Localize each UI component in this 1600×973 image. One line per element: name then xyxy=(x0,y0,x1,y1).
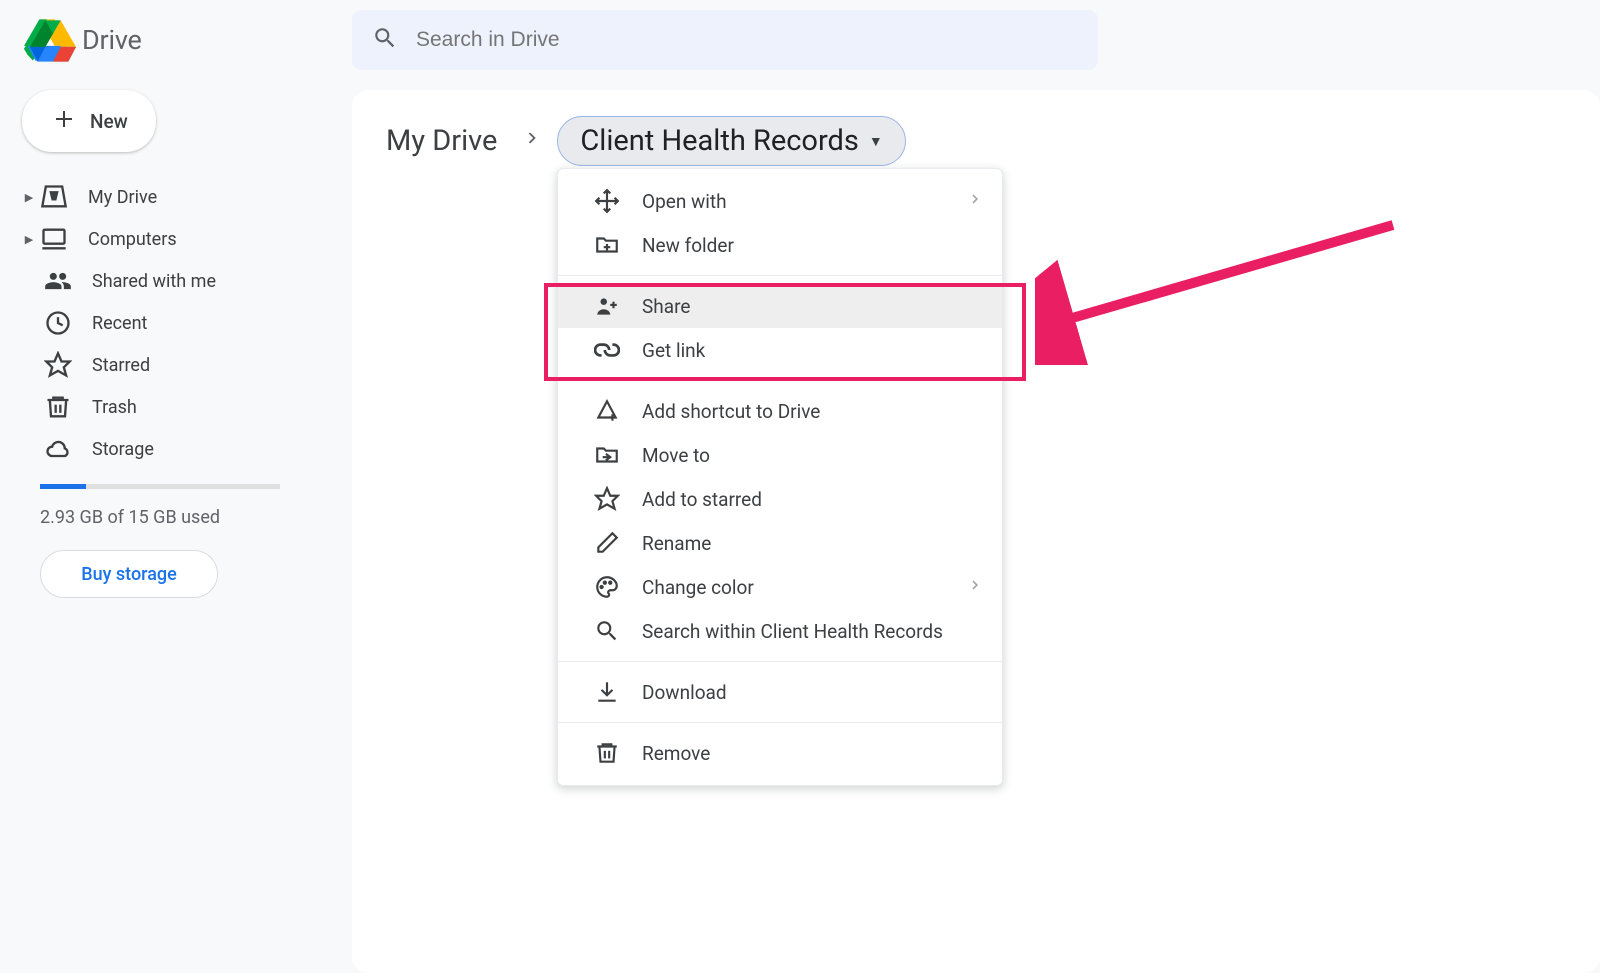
nav-label: Recent xyxy=(92,313,147,334)
menu-label: Download xyxy=(642,681,727,704)
menu-remove[interactable]: Remove xyxy=(558,731,1002,775)
menu-rename[interactable]: Rename xyxy=(558,521,1002,565)
shortcut-icon xyxy=(594,398,620,424)
nav-computers[interactable]: ▶ Computers xyxy=(22,218,340,260)
new-button-label: New xyxy=(90,110,128,133)
nav-label: Computers xyxy=(88,229,177,250)
search-icon xyxy=(594,618,620,644)
computers-icon xyxy=(40,225,68,253)
menu-download[interactable]: Download xyxy=(558,670,1002,714)
menu-label: Remove xyxy=(642,742,710,765)
menu-label: Add to starred xyxy=(642,488,762,511)
annotation-arrow xyxy=(1035,215,1405,365)
menu-label: Open with xyxy=(642,190,727,213)
menu-separator xyxy=(558,722,1002,723)
menu-label: New folder xyxy=(642,234,734,257)
menu-separator xyxy=(558,661,1002,662)
nav-mydrive[interactable]: ▶ My Drive xyxy=(22,176,340,218)
menu-label: Get link xyxy=(642,339,705,362)
new-button[interactable]: New xyxy=(22,90,156,152)
chevron-right-icon xyxy=(966,190,984,213)
breadcrumb: My Drive Client Health Records ▼ xyxy=(376,116,1576,166)
nav-shared[interactable]: Shared with me xyxy=(22,260,340,302)
caret-down-icon: ▼ xyxy=(869,133,883,150)
chevron-right-icon: ▶ xyxy=(22,233,36,246)
nav-label: Storage xyxy=(92,439,154,460)
menu-separator xyxy=(558,275,1002,276)
nav-label: My Drive xyxy=(88,187,157,208)
brand-name: Drive xyxy=(82,24,142,56)
header: Drive xyxy=(0,0,1600,80)
folder-context-menu: Open with New folder Share Get link xyxy=(557,168,1003,786)
nav-label: Shared with me xyxy=(92,271,216,292)
menu-new-folder[interactable]: New folder xyxy=(558,223,1002,267)
menu-add-starred[interactable]: Add to starred xyxy=(558,477,1002,521)
menu-change-color[interactable]: Change color xyxy=(558,565,1002,609)
share-icon xyxy=(594,293,620,319)
buy-storage-button[interactable]: Buy storage xyxy=(40,550,218,598)
link-icon xyxy=(594,337,620,363)
nav-starred[interactable]: Starred xyxy=(22,344,340,386)
menu-separator xyxy=(558,380,1002,381)
menu-label: Rename xyxy=(642,532,711,555)
breadcrumb-current-label: Client Health Records xyxy=(580,124,858,158)
menu-label: Add shortcut to Drive xyxy=(642,400,820,423)
menu-label: Share xyxy=(642,295,690,318)
trash-icon xyxy=(44,393,72,421)
new-folder-icon xyxy=(594,232,620,258)
chevron-right-icon xyxy=(521,127,543,155)
menu-search-within[interactable]: Search within Client Health Records xyxy=(558,609,1002,653)
palette-icon xyxy=(594,574,620,600)
menu-add-shortcut[interactable]: Add shortcut to Drive xyxy=(558,389,1002,433)
search-input[interactable] xyxy=(416,28,1078,52)
storage-text: 2.93 GB of 15 GB used xyxy=(40,507,340,528)
search-icon xyxy=(372,25,398,55)
search-bar[interactable] xyxy=(352,10,1098,70)
remove-icon xyxy=(594,740,620,766)
sidebar: New ▶ My Drive ▶ Computers Shared with m… xyxy=(0,80,352,598)
menu-open-with[interactable]: Open with xyxy=(558,179,1002,223)
chevron-right-icon: ▶ xyxy=(22,191,36,204)
storage-meter xyxy=(40,484,280,489)
storage-meter-fill xyxy=(40,484,86,489)
brand[interactable]: Drive xyxy=(18,11,352,69)
nav-recent[interactable]: Recent xyxy=(22,302,340,344)
nav-trash[interactable]: Trash xyxy=(22,386,340,428)
star-icon xyxy=(594,486,620,512)
breadcrumb-current[interactable]: Client Health Records ▼ xyxy=(557,116,905,166)
menu-share[interactable]: Share xyxy=(558,284,1002,328)
download-icon xyxy=(594,679,620,705)
breadcrumb-root[interactable]: My Drive xyxy=(376,118,507,164)
mydrive-icon xyxy=(40,183,68,211)
chevron-right-icon xyxy=(966,576,984,599)
nav-storage[interactable]: Storage xyxy=(22,428,340,470)
plus-icon xyxy=(52,107,76,136)
rename-icon xyxy=(594,530,620,556)
nav-label: Trash xyxy=(92,397,137,418)
star-icon xyxy=(44,351,72,379)
menu-label: Change color xyxy=(642,576,754,599)
menu-label: Move to xyxy=(642,444,710,467)
menu-move-to[interactable]: Move to xyxy=(558,433,1002,477)
main-panel: My Drive Client Health Records ▼ Open wi… xyxy=(352,90,1600,973)
drive-logo-icon xyxy=(18,11,76,69)
menu-get-link[interactable]: Get link xyxy=(558,328,1002,372)
move-icon xyxy=(594,442,620,468)
open-with-icon xyxy=(594,188,620,214)
shared-icon xyxy=(44,267,72,295)
menu-label: Search within Client Health Records xyxy=(642,620,943,643)
nav-label: Starred xyxy=(92,355,150,376)
recent-icon xyxy=(44,309,72,337)
cloud-icon xyxy=(44,435,72,463)
